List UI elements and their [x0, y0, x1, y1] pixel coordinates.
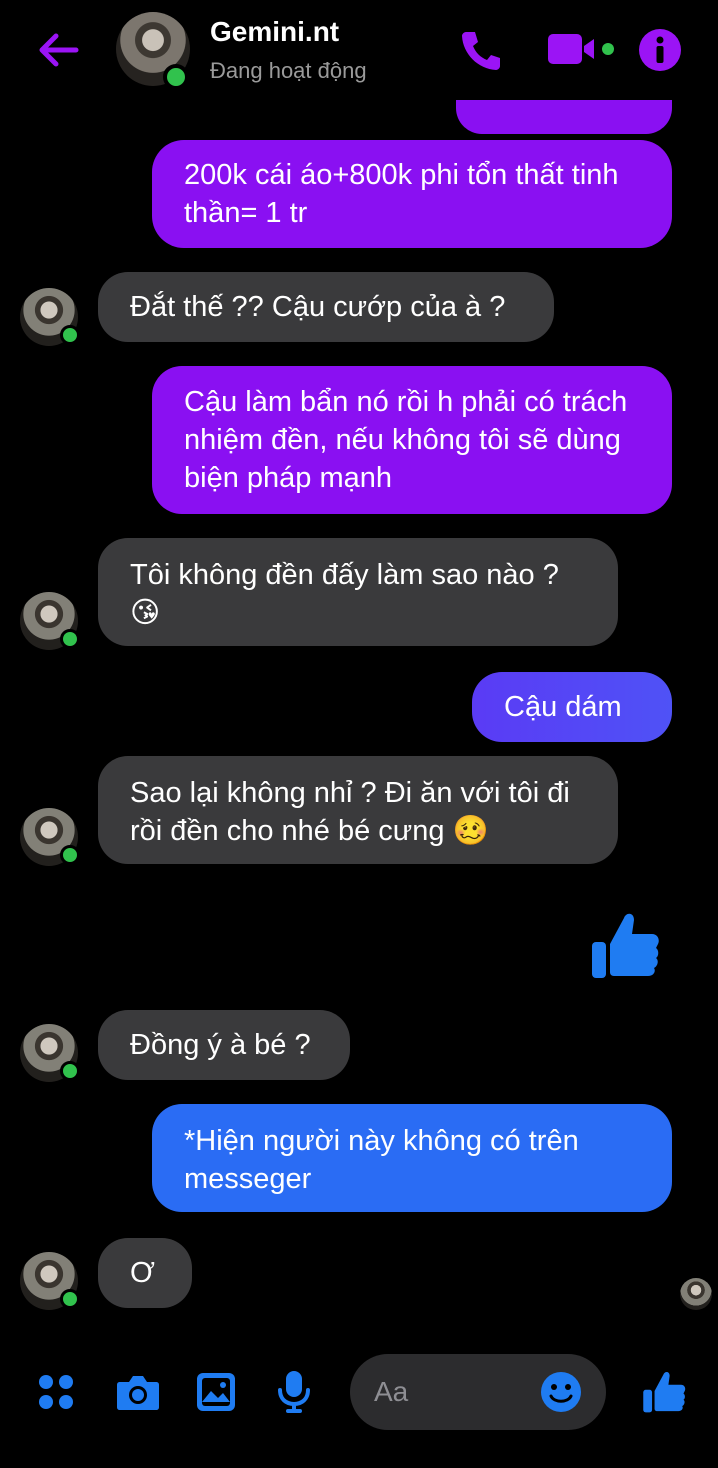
menu-icon[interactable] — [36, 1372, 76, 1412]
thumbs-up-icon[interactable] — [642, 1368, 686, 1414]
contact-name[interactable]: Gemini.nt — [210, 16, 339, 48]
online-indicator — [60, 1289, 80, 1309]
message-bubble-incoming[interactable]: Đắt thế ?? Cậu cướp của à ? — [98, 272, 554, 342]
emoji-icon[interactable] — [540, 1371, 582, 1413]
online-indicator — [163, 64, 189, 90]
message-bubble-incoming[interactable]: Sao lại không nhỉ ? Đi ăn với tôi đi rồi… — [98, 756, 618, 864]
thumbs-up-icon[interactable] — [590, 908, 660, 980]
gallery-icon[interactable] — [196, 1372, 236, 1412]
message-bubble-incoming[interactable]: Đồng ý à bé ? — [98, 1010, 350, 1080]
message-bubble-outgoing[interactable]: 200k cái áo+800k phi tổn thất tinh thần=… — [152, 140, 672, 248]
video-camera-icon[interactable] — [546, 30, 616, 70]
message-bubble-outgoing[interactable]: *Hiện người này không có trên messeger — [152, 1104, 672, 1212]
seen-receipt-avatar — [680, 1278, 712, 1310]
chat-header: Gemini.nt Đang hoạt động — [0, 0, 718, 100]
online-indicator — [60, 1061, 80, 1081]
message-bubble-incoming[interactable]: Tôi không đền đấy làm sao nào ? 😘 — [98, 538, 618, 646]
online-indicator — [60, 629, 80, 649]
message-input-placeholder: Aa — [374, 1376, 409, 1407]
message-bubble-incoming[interactable]: Ơ — [98, 1238, 192, 1308]
message-input[interactable]: Aa — [350, 1354, 606, 1430]
back-arrow-icon[interactable] — [34, 26, 82, 74]
online-indicator — [60, 325, 80, 345]
message-bubble-outgoing[interactable]: Cậu làm bẩn nó rồi h phải có trách nhiệm… — [152, 366, 672, 514]
online-indicator — [60, 845, 80, 865]
camera-icon[interactable] — [116, 1372, 160, 1412]
active-status: Đang hoạt động — [210, 58, 367, 83]
info-icon[interactable] — [638, 28, 682, 72]
microphone-icon[interactable] — [276, 1370, 312, 1414]
phone-icon[interactable] — [456, 26, 504, 74]
message-bubble-outgoing[interactable]: Cậu dám — [472, 672, 672, 742]
